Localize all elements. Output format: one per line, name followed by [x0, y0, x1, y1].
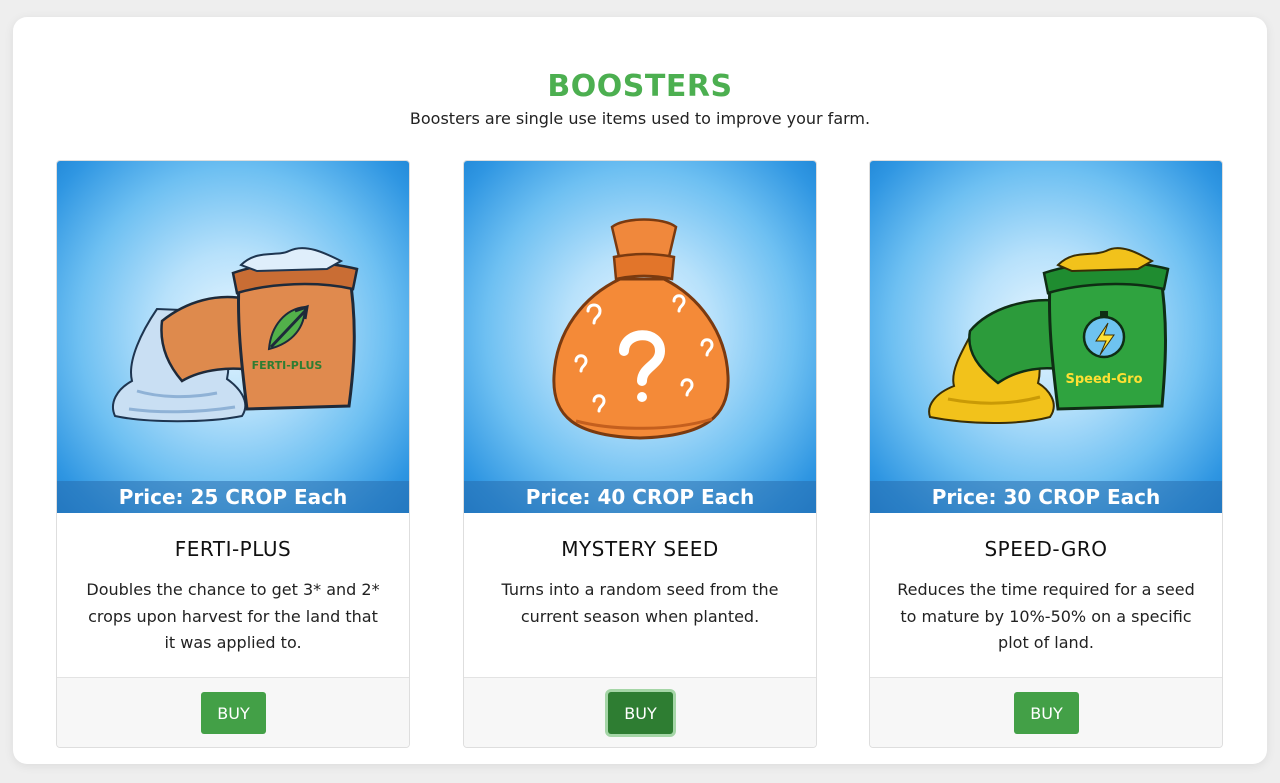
buy-button-mystery-seed[interactable]: BUY [608, 692, 673, 734]
buy-button-ferti-plus[interactable]: BUY [201, 692, 266, 734]
booster-card-mystery-seed: Price: 40 CROP Each MYSTERY SEED Turns i… [463, 160, 817, 748]
booster-image: Speed-Gro Price: 30 CROP Each [870, 161, 1222, 513]
bag-label: Speed-Gro [1065, 372, 1142, 387]
booster-description: Doubles the chance to get 3* and 2* crop… [86, 580, 380, 652]
booster-description: Reduces the time required for a seed to … [897, 580, 1195, 652]
booster-name: MYSTERY SEED [561, 537, 719, 561]
page-subtitle: Boosters are single use items used to im… [409, 109, 871, 128]
booster-image: FERTI-PLUS Price: 25 CROP Each [57, 161, 409, 513]
fertilizer-bag-icon: FERTI-PLUS [112, 247, 359, 423]
card-footer: BUY [57, 677, 409, 747]
price-label: Price: 30 CROP Each [870, 481, 1222, 513]
booster-name: SPEED-GRO [984, 537, 1108, 561]
booster-image: Price: 40 CROP Each [464, 161, 816, 513]
buy-button-speed-gro[interactable]: BUY [1014, 692, 1079, 734]
mystery-bag-icon [552, 218, 730, 440]
booster-card-speed-gro: Speed-Gro Price: 30 CROP Each SPEED-GRO … [869, 160, 1223, 748]
booster-description: Turns into a random seed from the curren… [501, 580, 779, 626]
price-label: Price: 25 CROP Each [57, 481, 409, 513]
speed-bag-icon: Speed-Gro [928, 247, 1170, 424]
page-title: BOOSTERS [547, 69, 733, 104]
booster-name: FERTI-PLUS [174, 537, 292, 561]
booster-card-ferti-plus: FERTI-PLUS Price: 25 CROP Each FERTI-PLU… [56, 160, 410, 748]
boosters-panel: BOOSTERS Boosters are single use items u… [13, 17, 1267, 764]
price-label: Price: 40 CROP Each [464, 481, 816, 513]
card-footer: BUY [464, 677, 816, 747]
card-footer: BUY [870, 677, 1222, 747]
bag-label: FERTI-PLUS [252, 359, 323, 372]
